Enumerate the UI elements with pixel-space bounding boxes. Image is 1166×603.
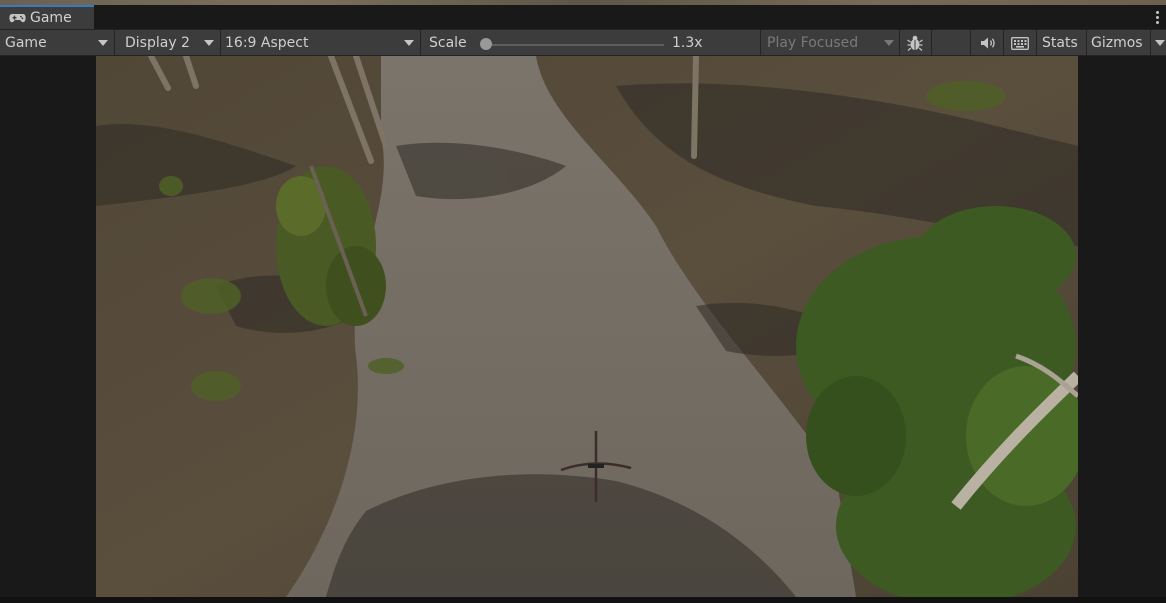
chevron-down-icon xyxy=(1155,40,1165,46)
kebab-menu-icon[interactable] xyxy=(1156,11,1160,25)
play-mode-dropdown[interactable]: Play Focused xyxy=(767,30,897,56)
aspect-dropdown[interactable]: 16:9 Aspect xyxy=(225,30,417,56)
aspect-label: 16:9 Aspect xyxy=(225,35,309,51)
frame-debugger-button[interactable] xyxy=(904,30,926,56)
shortcuts-button[interactable] xyxy=(1009,30,1031,56)
chevron-down-icon xyxy=(404,40,414,46)
chevron-down-icon xyxy=(204,40,214,46)
view-mode-dropdown[interactable]: Game xyxy=(5,30,111,56)
tab-bar: Game xyxy=(0,5,1166,29)
game-scene xyxy=(96,56,1078,597)
gamepad-icon xyxy=(9,14,26,23)
tab-game[interactable]: Game xyxy=(0,5,94,29)
display-dropdown[interactable]: Display 2 xyxy=(125,30,217,56)
view-mode-label: Game xyxy=(5,35,47,51)
bottom-border xyxy=(0,597,1166,603)
bug-icon xyxy=(907,35,923,51)
display-label: Display 2 xyxy=(125,35,190,51)
scale-label: Scale xyxy=(429,35,467,51)
game-toolbar: Game Display 2 16:9 Aspect Scale 1.3x Pl… xyxy=(0,29,1166,56)
tab-label: Game xyxy=(30,10,72,26)
game-viewport[interactable] xyxy=(96,56,1078,597)
stats-button[interactable]: Stats xyxy=(1042,30,1078,56)
speaker-icon xyxy=(981,37,995,49)
scale-slider-handle[interactable] xyxy=(480,38,492,50)
gizmos-button[interactable]: Gizmos xyxy=(1091,30,1143,56)
chevron-down-icon xyxy=(98,40,108,46)
mute-audio-button[interactable] xyxy=(977,30,999,56)
play-mode-label: Play Focused xyxy=(767,35,859,51)
scale-value: 1.3x xyxy=(672,35,703,51)
keyboard-icon xyxy=(1011,36,1029,50)
chevron-down-icon xyxy=(884,40,894,46)
gizmos-dropdown[interactable] xyxy=(1152,30,1166,56)
scale-slider-track[interactable] xyxy=(487,44,664,46)
